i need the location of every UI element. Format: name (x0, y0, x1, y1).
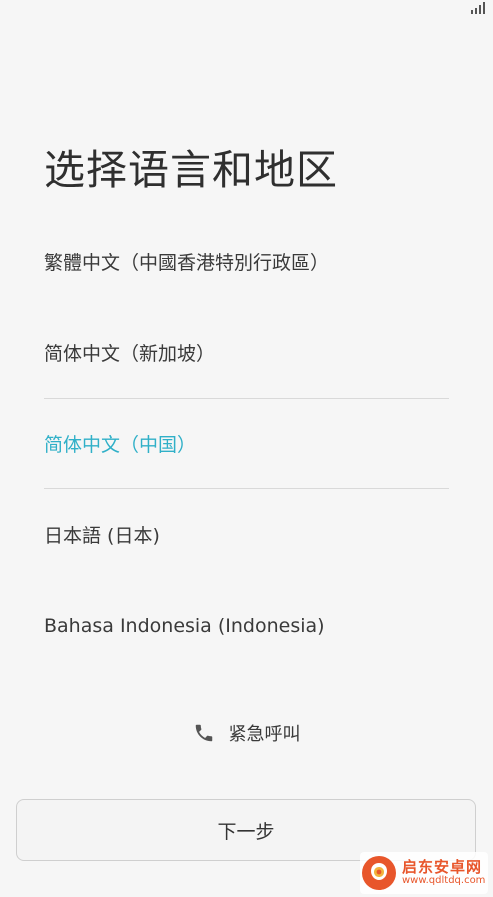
watermark-text: 启东安卓网 www.qdltdq.com (402, 857, 486, 886)
phone-icon (195, 724, 212, 742)
watermark-url: www.qdltdq.com (402, 874, 486, 886)
watermark: 启东安卓网 www.qdltdq.com (360, 852, 488, 894)
language-item-indonesian[interactable]: Bahasa Indonesia (Indonesia) (44, 580, 449, 671)
language-item-simplified-chinese-china[interactable]: 简体中文（中国） (44, 398, 449, 489)
watermark-title: 启东安卓网 (402, 857, 483, 876)
emergency-call-label: 紧急呼叫 (228, 724, 301, 745)
page-title: 选择语言和地区 (44, 146, 338, 194)
watermark-logo-icon (362, 856, 396, 890)
emergency-call-button[interactable]: 紧急呼叫 (0, 716, 493, 750)
language-list: 繁體中文（中國香港特別行政區） 简体中文（新加坡） 简体中文（中国） 日本語 (… (44, 216, 449, 671)
language-item-simplified-chinese-singapore[interactable]: 简体中文（新加坡） (44, 307, 449, 398)
language-item-japanese[interactable]: 日本語 (日本) (44, 489, 449, 580)
language-item-traditional-chinese-hongkong[interactable]: 繁體中文（中國香港特別行政區） (44, 216, 449, 307)
signal-icon (471, 2, 485, 14)
status-bar (0, 0, 493, 20)
